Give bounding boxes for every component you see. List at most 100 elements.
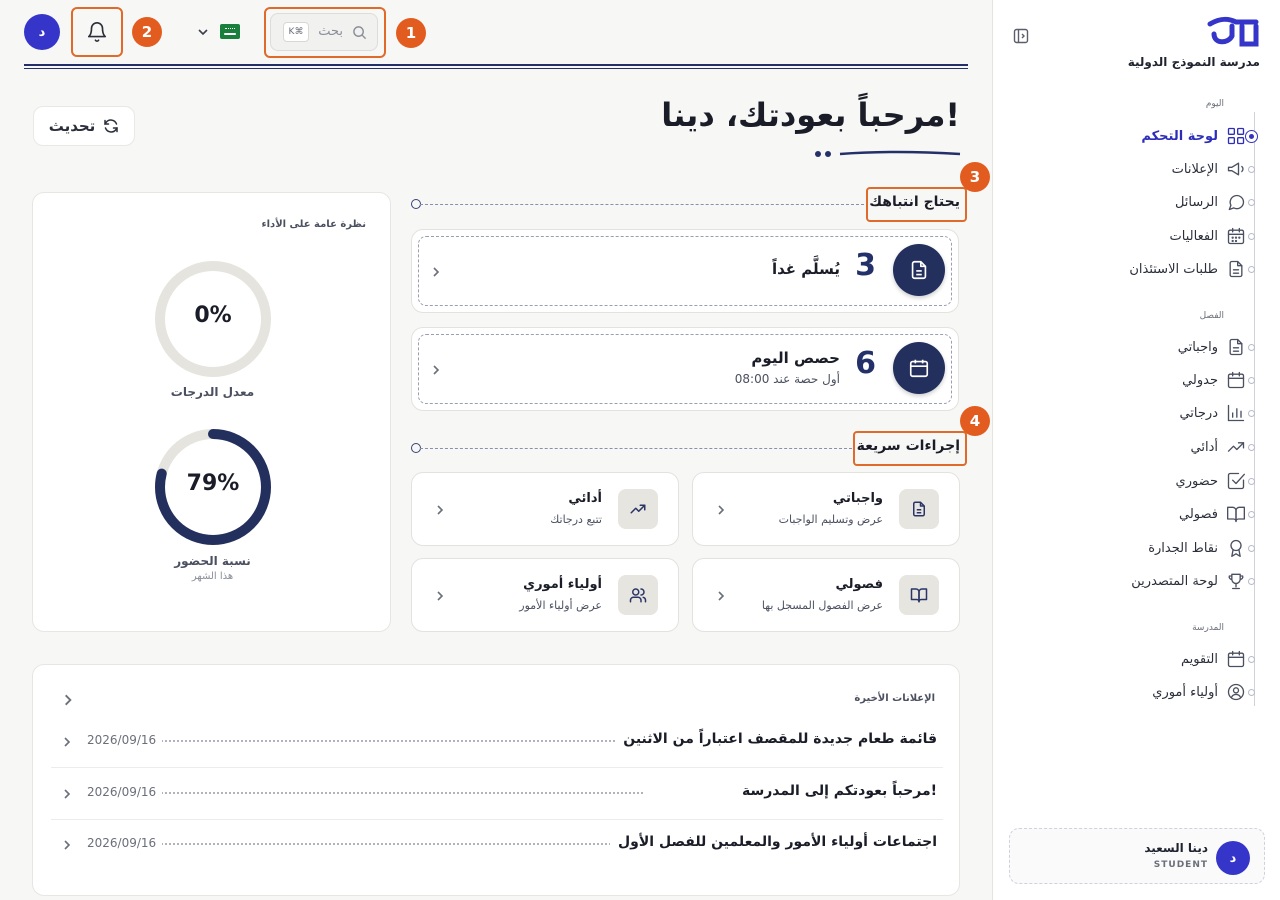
sidebar-item[interactable]: نقاط الجدارة (1148, 535, 1258, 561)
message-bubble-icon (1226, 192, 1246, 212)
quick-action-performance[interactable]: أدائي تتبع درجاتك (411, 472, 679, 546)
annotation-badge-4: 4 (960, 406, 990, 436)
annotation-badge-2: 2 (132, 17, 162, 47)
grade-average-label: معدل الدرجات (170, 385, 255, 399)
chevron-down-icon[interactable] (196, 25, 210, 39)
sidebar-item[interactable]: أولياء أموري (1152, 679, 1258, 705)
quick-action-title: فصولي (835, 577, 883, 592)
sidebar-item-label: الفعاليات (1169, 228, 1218, 244)
user-role: STUDENT (1153, 860, 1208, 870)
notifications-button[interactable] (71, 7, 123, 57)
view-all-chevron-icon[interactable] (61, 693, 75, 707)
sidebar-item[interactable]: لوحة المتصدرين (1131, 568, 1258, 594)
refresh-button[interactable]: تحديث (33, 106, 135, 146)
trending-up-icon (618, 489, 658, 529)
sidebar-item[interactable]: فصولي (1179, 501, 1258, 527)
user-circle-icon (1226, 682, 1246, 702)
calendar-icon (1226, 649, 1246, 669)
section-dashed-line (420, 204, 864, 205)
nav-dot (1248, 266, 1255, 273)
sidebar-item-label: درجاتي (1179, 405, 1218, 421)
announcement-title: اجتماعات أولياء الأمور والمعلمين للفصل ا… (610, 834, 937, 850)
nav-dot (1248, 478, 1255, 485)
dashboard-grid-icon (1226, 126, 1246, 146)
sidebar-item[interactable]: التقويم (1181, 646, 1258, 672)
leader-dots (161, 792, 643, 794)
megaphone-icon (1226, 159, 1246, 179)
user-name: دينا السعيد (1144, 841, 1208, 855)
announcement-date: 2026/09/16 (87, 785, 163, 799)
sidebar-item[interactable]: الإعلانات (1172, 156, 1258, 182)
nav-dot (1248, 410, 1255, 417)
announcement-row[interactable]: قائمة طعام جديدة للمقصف اعتباراً من الاث… (51, 718, 943, 768)
school-logo (1206, 14, 1260, 48)
search-input[interactable]: بحث K⌘ (270, 13, 378, 51)
quick-action-homework[interactable]: واجباتي عرض وتسليم الواجبات (692, 472, 960, 546)
trophy-icon (1226, 571, 1246, 591)
leader-dots (161, 740, 643, 742)
attention-title: يحتاج انتباهك (869, 194, 960, 210)
collapse-sidebar-icon[interactable] (1013, 28, 1029, 44)
sidebar-item-label: أولياء أموري (1152, 684, 1218, 700)
sidebar-item-label: الرسائل (1174, 194, 1218, 210)
trending-up-icon (1226, 437, 1246, 457)
language-flag-icon[interactable] (220, 24, 240, 39)
announcement-date: 2026/09/16 (87, 836, 163, 850)
sidebar-item-label: طلبات الاستئذان (1129, 261, 1218, 277)
chevron-left-icon (433, 267, 440, 277)
classes-count: 6 (855, 346, 876, 381)
page-title: مرحباً بعودتك، دينا! (661, 96, 960, 134)
sidebar-item-label: لوحة المتصدرين (1131, 573, 1218, 589)
due-count: 3 (855, 248, 876, 283)
search-icon (353, 26, 367, 40)
profile-avatar[interactable]: د (24, 14, 60, 50)
award-ribbon-icon (1226, 538, 1246, 558)
quick-action-subtitle: عرض أولياء الأمور (519, 599, 602, 612)
chevron-left-icon (64, 737, 71, 747)
user-card[interactable]: د دينا السعيد STUDENT (1009, 828, 1265, 884)
chevron-left-icon (433, 365, 440, 375)
grade-average-value: 0% (194, 303, 232, 328)
sidebar-item[interactable]: واجباتي (1178, 334, 1258, 360)
quick-action-title: واجباتي (832, 491, 883, 506)
sidebar-item-label: حضوري (1175, 473, 1218, 489)
users-icon (618, 575, 658, 615)
sidebar-item[interactable]: لوحة التحكم (1141, 123, 1258, 149)
sidebar-item[interactable]: جدولي (1182, 367, 1258, 393)
quick-action-title: أولياء أموري (523, 577, 602, 592)
sidebar-item[interactable]: الفعاليات (1170, 223, 1258, 249)
document-icon (1226, 259, 1246, 279)
due-tomorrow-card[interactable]: 3 يُسلَّم غداً (411, 229, 959, 313)
attendance-period: هذا الشهر (191, 571, 234, 582)
bell-icon (87, 22, 107, 42)
school-name: مدرسة النموذج الدولية (1127, 55, 1260, 69)
section-label-today: اليوم (1205, 99, 1224, 109)
nav-dot (1248, 656, 1255, 663)
annotation-badge-3: 3 (960, 162, 990, 192)
chevron-left-icon (718, 591, 725, 601)
grade-average-ring: 0% (151, 257, 275, 381)
sidebar-item-label: التقويم (1180, 651, 1218, 667)
quick-action-classes[interactable]: فصولي عرض الفصول المسجل بها (692, 558, 960, 632)
classes-today-card[interactable]: 6 حصص اليوم أول حصة عند 08:00 (411, 327, 959, 411)
nav-dot (1248, 511, 1255, 518)
quick-action-subtitle: عرض وتسليم الواجبات (778, 513, 883, 526)
quick-actions-title: إجراءات سريعة (856, 438, 960, 454)
announcement-row[interactable]: اجتماعات أولياء الأمور والمعلمين للفصل ا… (51, 821, 943, 871)
document-icon (899, 489, 939, 529)
user-avatar: د (1216, 841, 1250, 875)
sidebar-item[interactable]: طلبات الاستئذان (1129, 256, 1258, 282)
keyboard-shortcut: K⌘ (283, 22, 309, 42)
sidebar-item-label: لوحة التحكم (1141, 128, 1218, 144)
annotation-badge-1: 1 (396, 18, 426, 48)
announcements-title: الإعلانات الأخيرة (854, 693, 935, 704)
open-book-icon (899, 575, 939, 615)
chevron-left-icon (64, 840, 71, 850)
nav-dot (1248, 377, 1255, 384)
chevron-left-icon (64, 789, 71, 799)
sidebar-item[interactable]: الرسائل (1175, 189, 1258, 215)
sidebar-item[interactable]: حضوري (1176, 468, 1258, 494)
quick-action-parents[interactable]: أولياء أموري عرض أولياء الأمور (411, 558, 679, 632)
sidebar-item[interactable]: درجاتي (1179, 400, 1258, 426)
announcement-row[interactable]: مرحباً بعودتكم إلى المدرسة! 2026/09/16 (51, 770, 943, 820)
